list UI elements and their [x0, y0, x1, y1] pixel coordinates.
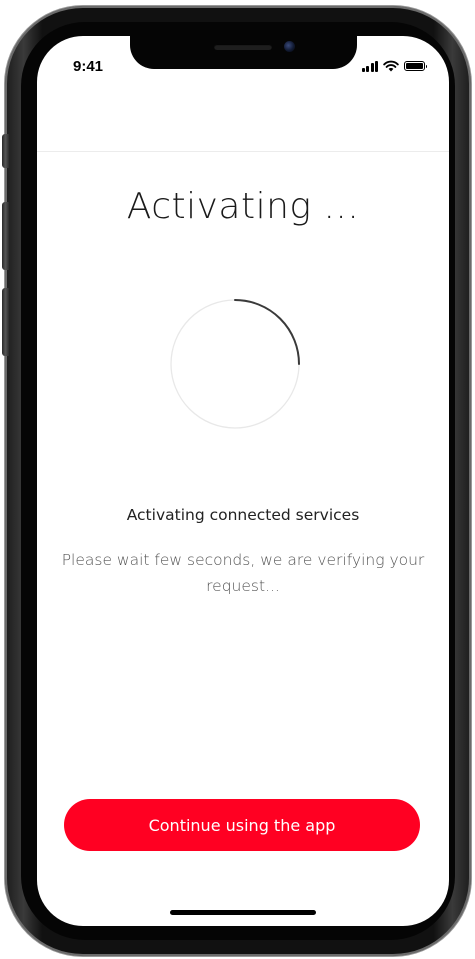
- status-heading: Activating connected services: [126, 506, 360, 524]
- front-camera-icon: [284, 41, 295, 52]
- page: 9:41 Activating ... Activating connected…: [0, 0, 475, 959]
- header-divider: [37, 151, 449, 152]
- status-icons: [361, 60, 427, 72]
- mute-switch: [2, 134, 9, 168]
- app-screen: 9:41 Activating ... Activating connected…: [37, 36, 449, 926]
- continue-button[interactable]: Continue using the app: [64, 799, 420, 851]
- volume-down-button: [2, 288, 9, 356]
- volume-up-button: [2, 202, 9, 270]
- battery-icon: [404, 61, 427, 71]
- loading-spinner: [170, 299, 300, 429]
- spinner-arc: [234, 299, 300, 365]
- home-indicator[interactable]: [170, 910, 316, 915]
- wifi-icon: [383, 60, 399, 72]
- status-time: 9:41: [73, 58, 104, 75]
- cellular-signal-icon: [361, 60, 378, 72]
- notch: [130, 36, 357, 69]
- status-description: Please wait few seconds, we are verifyin…: [61, 551, 425, 595]
- speaker-grille: [214, 44, 272, 50]
- page-title: Activating ...: [126, 186, 360, 227]
